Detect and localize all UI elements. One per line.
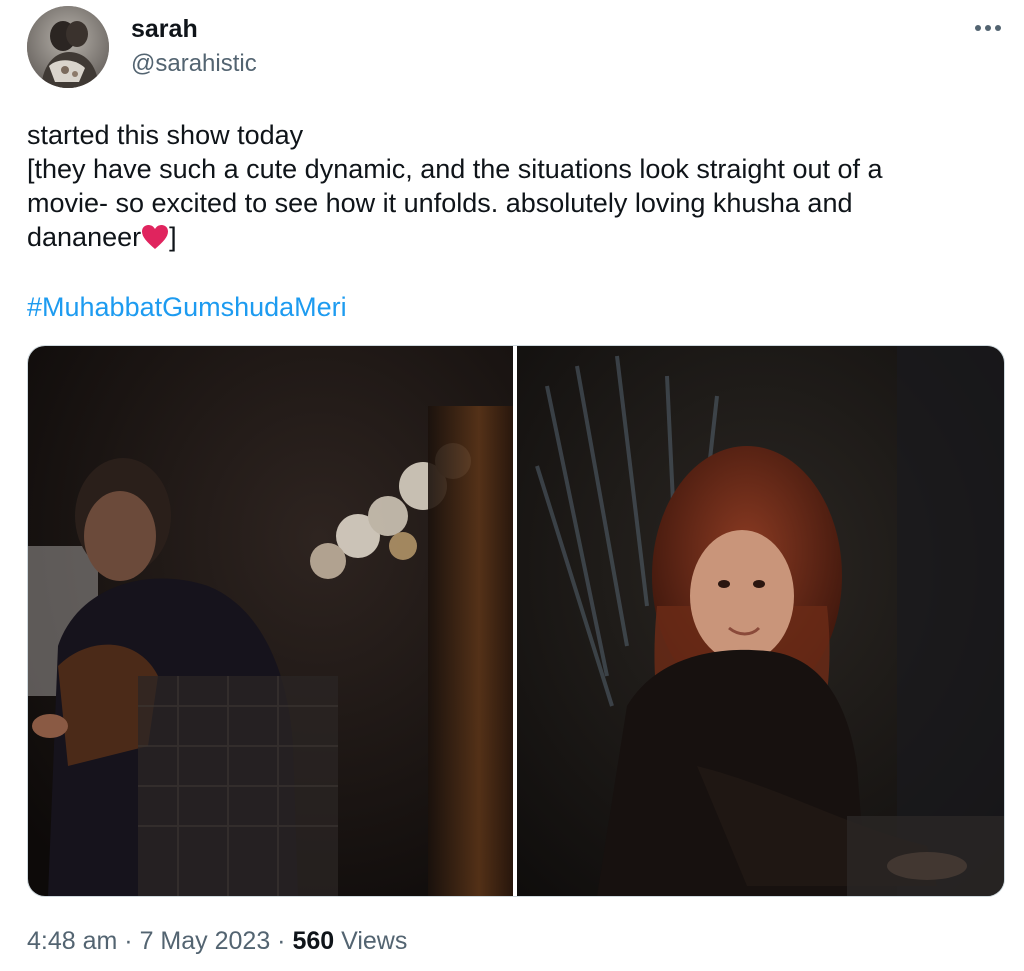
media-photo-1[interactable]: [28, 346, 513, 896]
tweet-line-text: dananeer: [27, 222, 142, 252]
user-handle[interactable]: @sarahistic: [131, 50, 257, 78]
timestamp-date[interactable]: 7 May 2023: [140, 927, 271, 955]
tweet-meta: 4:48 am · 7 May 2023 · 560 Views: [27, 925, 407, 957]
avatar[interactable]: [27, 6, 109, 88]
more-options-button[interactable]: [970, 14, 1006, 42]
media-grid: [27, 345, 1005, 897]
timestamp-time[interactable]: 4:48 am: [27, 927, 117, 955]
tweet-line-4: dananeer]: [27, 220, 1007, 254]
tweet-line-suffix: ]: [169, 222, 177, 252]
tweet-text: started this show today [they have such …: [27, 118, 1007, 254]
tweet-line: [they have such a cute dynamic, and the …: [27, 154, 883, 184]
meta-separator: ·: [124, 927, 133, 955]
tweet-line: movie- so excited to see how it unfolds.…: [27, 188, 853, 218]
views-count: 560: [292, 927, 335, 955]
more-horizontal-icon: [975, 25, 1001, 31]
views-label: Views: [341, 927, 408, 955]
hashtag-link[interactable]: #MuhabbatGumshudaMeri: [27, 290, 347, 324]
meta-separator: ·: [277, 927, 286, 955]
tweet-card: sarah @sarahistic started this show toda…: [0, 0, 1024, 971]
red-heart-emoji-icon: [142, 225, 169, 249]
display-name[interactable]: sarah: [131, 14, 198, 44]
media-photo-2[interactable]: [517, 346, 1004, 896]
tweet-line: started this show today: [27, 120, 304, 150]
